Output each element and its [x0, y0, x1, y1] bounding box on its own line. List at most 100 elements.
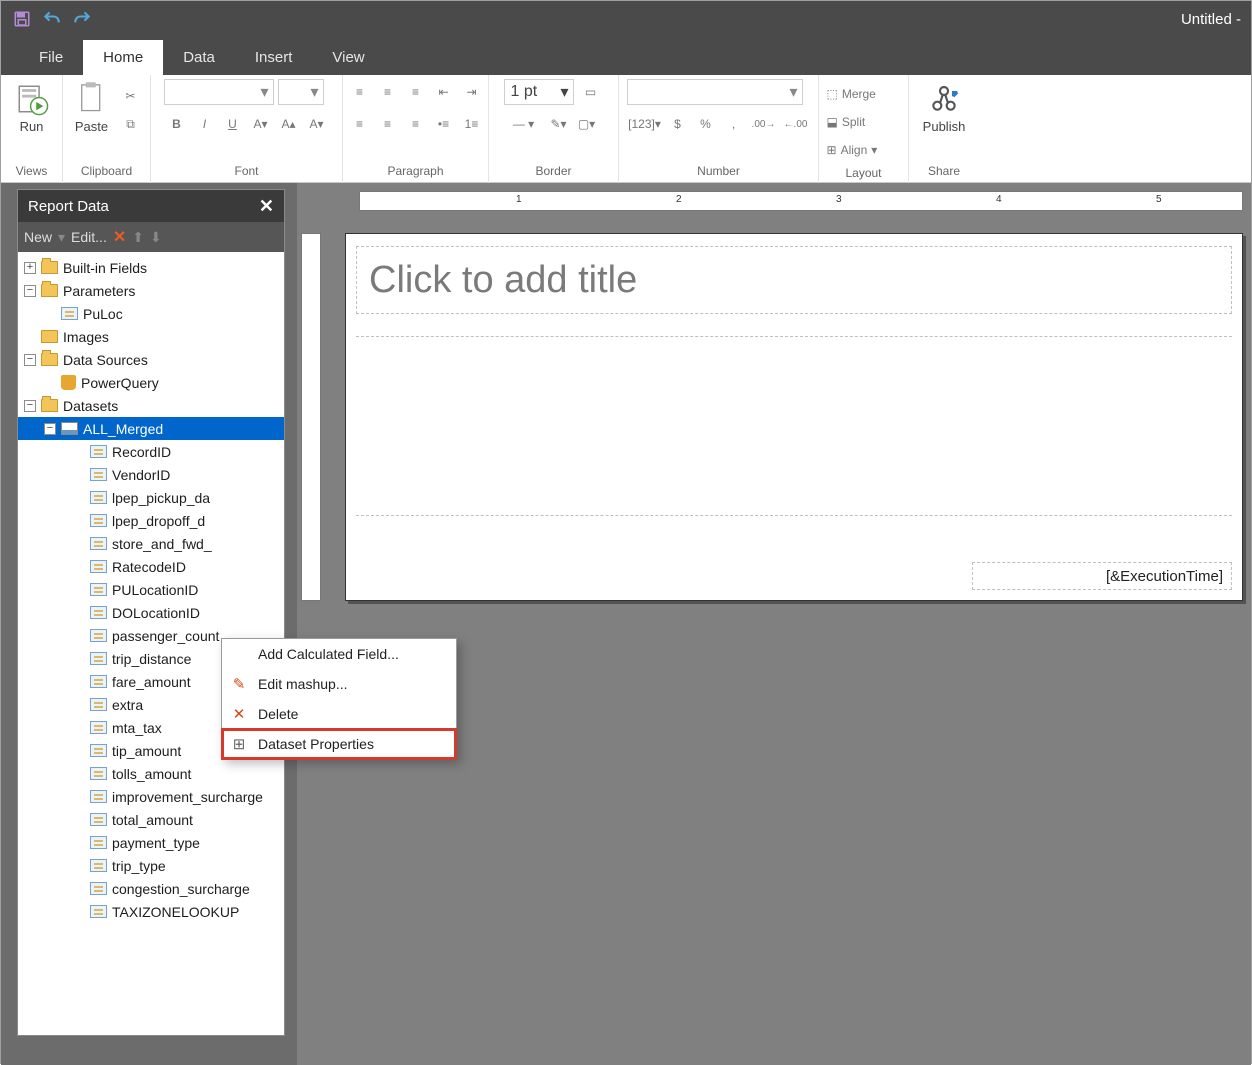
run-button[interactable]: Run [10, 79, 54, 136]
execution-time-field[interactable]: [&ExecutionTime] [972, 562, 1232, 590]
tree-field[interactable]: PULocationID [18, 578, 284, 601]
tree-field[interactable]: congestion_surcharge [18, 877, 284, 900]
tree-field[interactable]: tolls_amount [18, 762, 284, 785]
bold-button[interactable]: B [164, 111, 190, 137]
report-data-panel: Report Data ✕ New▾ Edit... ✕ ⬆ ⬇ +Built-… [17, 189, 285, 1036]
tree-field[interactable]: total_amount [18, 808, 284, 831]
border-line-button[interactable]: — ▾ [504, 111, 544, 137]
decrease-indent-button[interactable]: ⇤ [431, 79, 457, 105]
align-right-button[interactable]: ≡ [403, 79, 429, 105]
new-button[interactable]: New [24, 229, 52, 245]
tab-insert[interactable]: Insert [235, 40, 313, 75]
tree-field[interactable]: payment_type [18, 831, 284, 854]
border-group-label: Border [497, 161, 610, 183]
split-button[interactable]: ⬓ Split [826, 109, 902, 135]
numbering-button[interactable]: 1≡ [459, 111, 485, 137]
font-color-button[interactable]: A▾ [248, 111, 274, 137]
tree-builtin-fields[interactable]: +Built-in Fields [18, 256, 284, 279]
tree-dataset-allmerged[interactable]: −ALL_Merged [18, 417, 284, 440]
tree-datasources[interactable]: −Data Sources [18, 348, 284, 371]
increase-decimal-button[interactable]: .00→ [749, 111, 779, 137]
save-icon[interactable] [11, 8, 33, 30]
align-menu-button[interactable]: ⊞ Align ▾ [826, 137, 902, 163]
currency-button[interactable]: $ [665, 111, 691, 137]
close-icon[interactable]: ✕ [259, 196, 274, 217]
menu-add-calculated-field[interactable]: Add Calculated Field... [222, 639, 456, 669]
tree-field[interactable]: lpep_pickup_da [18, 486, 284, 509]
underline-button[interactable]: U [220, 111, 246, 137]
copy-icon[interactable]: ⧉ [118, 111, 144, 137]
bullets-button[interactable]: •≡ [431, 111, 457, 137]
border-width-combo[interactable]: 1 pt▾ [504, 79, 574, 105]
percent-button[interactable]: % [693, 111, 719, 137]
font-family-combo[interactable]: ▾ [164, 79, 274, 105]
merge-button[interactable]: ⬚ Merge [826, 81, 902, 107]
border-style-button[interactable]: ▭ [578, 79, 604, 105]
tree-datasets[interactable]: −Datasets [18, 394, 284, 417]
tree-field[interactable]: TAXIZONELOOKUP [18, 900, 284, 923]
increase-indent-button[interactable]: ⇥ [459, 79, 485, 105]
dataset-context-menu: Add Calculated Field... ✎Edit mashup... … [221, 638, 457, 760]
tree-field[interactable]: store_and_fwd_ [18, 532, 284, 555]
properties-icon: ⊞ [230, 735, 248, 753]
redo-icon[interactable] [71, 8, 93, 30]
tree-field[interactable]: improvement_surcharge [18, 785, 284, 808]
field-icon [90, 652, 107, 665]
tree-field[interactable]: DOLocationID [18, 601, 284, 624]
delete-icon[interactable]: ✕ [113, 227, 126, 247]
border-color-button[interactable]: ✎▾ [546, 111, 572, 137]
align-left-button[interactable]: ≡ [347, 79, 373, 105]
tree-field[interactable]: VendorID [18, 463, 284, 486]
edit-button[interactable]: Edit... [71, 229, 107, 245]
field-icon [90, 514, 107, 527]
publish-button[interactable]: Publish [919, 79, 970, 136]
tree-field[interactable]: RatecodeID [18, 555, 284, 578]
field-icon [90, 744, 107, 757]
report-page[interactable]: Click to add title [&ExecutionTime] [345, 233, 1243, 601]
shrink-font-button[interactable]: A▾ [304, 111, 330, 137]
tree-ds-powerquery[interactable]: PowerQuery [18, 371, 284, 394]
tree-param-puloc[interactable]: PuLoc [18, 302, 284, 325]
field-icon [90, 445, 107, 458]
tab-data[interactable]: Data [163, 40, 235, 75]
title-placeholder[interactable]: Click to add title [356, 246, 1232, 314]
align-top-button[interactable]: ≡ [347, 111, 373, 137]
clipboard-icon [74, 81, 110, 117]
tab-file[interactable]: File [19, 40, 83, 75]
paste-button[interactable]: Paste [70, 79, 114, 136]
cut-icon[interactable]: ✂ [118, 83, 144, 109]
tree-parameters[interactable]: −Parameters [18, 279, 284, 302]
move-up-icon[interactable]: ⬆ [132, 229, 144, 246]
tree-field[interactable]: RecordID [18, 440, 284, 463]
fill-color-button[interactable]: ▢▾ [574, 111, 600, 137]
field-icon [90, 698, 107, 711]
tree-images[interactable]: Images [18, 325, 284, 348]
field-icon [90, 606, 107, 619]
dataset-icon [61, 422, 78, 435]
menu-edit-mashup[interactable]: ✎Edit mashup... [222, 669, 456, 699]
italic-button[interactable]: I [192, 111, 218, 137]
menu-dataset-properties[interactable]: ⊞Dataset Properties [222, 729, 456, 759]
number-format-combo[interactable]: ▾ [627, 79, 803, 105]
align-middle-button[interactable]: ≡ [375, 111, 401, 137]
tab-view[interactable]: View [312, 40, 384, 75]
report-body[interactable] [356, 336, 1232, 516]
grow-font-button[interactable]: A▴ [276, 111, 302, 137]
tab-home[interactable]: Home [83, 40, 163, 75]
field-icon [90, 629, 107, 642]
align-bottom-button[interactable]: ≡ [403, 111, 429, 137]
undo-icon[interactable] [41, 8, 63, 30]
comma-button[interactable]: , [721, 111, 747, 137]
edit-mashup-icon: ✎ [230, 675, 248, 693]
placeholder-button[interactable]: [123]▾ [627, 111, 663, 137]
decrease-decimal-button[interactable]: ←.00 [781, 111, 811, 137]
tree-field[interactable]: trip_type [18, 854, 284, 877]
font-size-combo[interactable]: ▾ [278, 79, 324, 105]
menu-delete[interactable]: ✕Delete [222, 699, 456, 729]
tree-field[interactable]: lpep_dropoff_d [18, 509, 284, 532]
align-center-button[interactable]: ≡ [375, 79, 401, 105]
folder-icon [41, 353, 58, 366]
number-group-label: Number [627, 161, 810, 183]
move-down-icon[interactable]: ⬇ [150, 229, 162, 246]
title-bar: Untitled - [1, 1, 1251, 37]
